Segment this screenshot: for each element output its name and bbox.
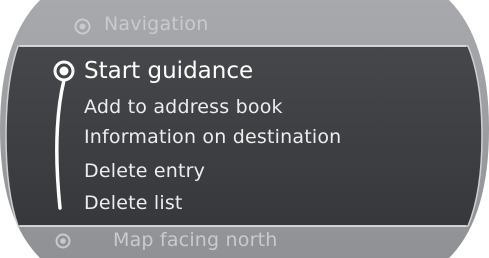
map-orientation-icon <box>55 233 71 249</box>
idrive-display: Navigation Start guidance Add to address… <box>0 0 489 258</box>
menu-item-add-to-address-book[interactable]: Add to address book <box>84 96 283 118</box>
navigation-target-icon <box>74 18 91 35</box>
controller-selector-icon <box>53 60 75 210</box>
menu-item-delete-entry[interactable]: Delete entry <box>84 160 205 182</box>
map-facing-north-option[interactable]: Map facing north <box>113 229 278 251</box>
menu-item-delete-list[interactable]: Delete list <box>84 192 183 214</box>
menu-title: Navigation <box>104 13 209 35</box>
menu-item-start-guidance[interactable]: Start guidance <box>84 58 253 84</box>
menu-item-information-on-destination[interactable]: Information on destination <box>84 126 341 148</box>
